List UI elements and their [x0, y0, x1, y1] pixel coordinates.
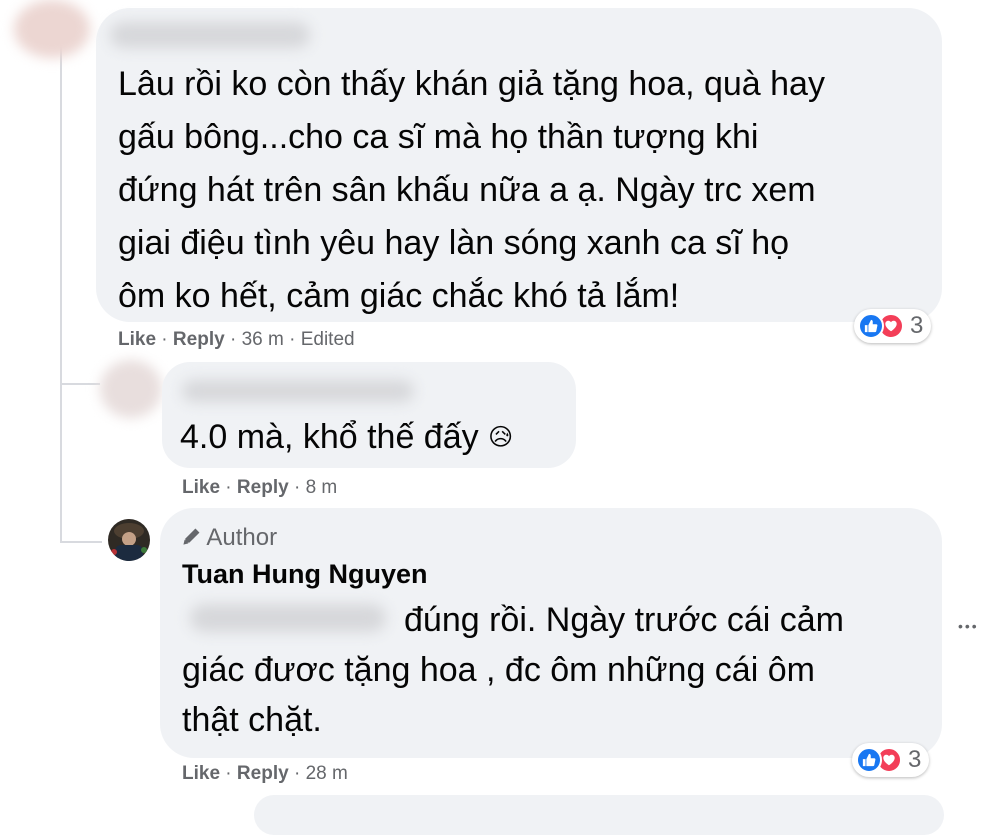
edited-label: Edited [300, 329, 355, 350]
avatar[interactable] [14, 0, 90, 58]
reaction-summary[interactable]: 3 [852, 743, 930, 777]
author-name-redacted[interactable] [182, 380, 414, 402]
pencil-icon [183, 528, 200, 545]
timestamp[interactable]: 8 m [306, 477, 338, 498]
comment-line: gấu bông...cho ca sĩ mà họ thần tượng kh… [118, 118, 759, 156]
like-reaction-icon [858, 313, 884, 339]
comment-bubble: Author Tuan Hung Nguyen đúng rồi. Ngày t… [160, 508, 942, 758]
timestamp[interactable]: 28 m [306, 763, 348, 784]
thread-line [60, 45, 62, 385]
thread-line [60, 541, 102, 543]
tagged-name-redacted[interactable] [190, 604, 386, 632]
comment-text: 4.0 mà, khổ thế đấy 😥 [180, 418, 514, 456]
comment-bubble: Lâu rồi ko còn thấy khán giả tặng hoa, q… [96, 8, 942, 322]
like-reaction-icon [856, 747, 882, 773]
sad-face-icon: 😥 [488, 424, 514, 451]
author-name[interactable]: Tuan Hung Nguyen [182, 559, 427, 590]
comment-actions: Like · Reply · 36 m · Edited [118, 329, 355, 350]
reply-link[interactable]: Reply [237, 763, 289, 784]
comment-actions: Like · Reply · 28 m [182, 763, 348, 784]
comment-line: đúng rồi. Ngày trước cái cảm [404, 601, 844, 639]
reaction-count: 3 [910, 312, 924, 339]
reply-link[interactable]: Reply [173, 329, 225, 350]
author-badge: Author [182, 524, 277, 552]
like-link[interactable]: Like [182, 763, 220, 784]
like-link[interactable]: Like [118, 329, 156, 350]
comment-line: giai điệu tình yêu hay làn sóng xanh ca … [118, 224, 790, 262]
thread-line [60, 383, 62, 543]
comment-bubble [254, 795, 944, 835]
comment-line: đứng hát trên sân khấu nữa a ạ. Ngày trc… [118, 171, 816, 209]
like-link[interactable]: Like [182, 477, 220, 498]
timestamp[interactable]: 36 m [242, 329, 284, 350]
author-name-redacted[interactable] [110, 22, 310, 48]
comment-actions: Like · Reply · 8 m [182, 477, 338, 498]
avatar[interactable] [100, 360, 162, 418]
thread-line [60, 383, 100, 385]
avatar[interactable] [108, 519, 150, 561]
more-options-icon[interactable]: ••• [958, 618, 979, 634]
comment-bubble: 4.0 mà, khổ thế đấy 😥 [162, 362, 576, 468]
comment-line: giác đươc tặng hoa , đc ôm những cái ôm [182, 651, 815, 689]
comment-line: Lâu rồi ko còn thấy khán giả tặng hoa, q… [118, 65, 825, 103]
reaction-count: 3 [908, 746, 922, 773]
comment-line: thật chặt. [182, 701, 322, 739]
reaction-summary[interactable]: 3 [854, 309, 932, 343]
comment-line: ôm ko hết, cảm giác chắc khó tả lắm! [118, 277, 680, 315]
reply-link[interactable]: Reply [237, 477, 289, 498]
